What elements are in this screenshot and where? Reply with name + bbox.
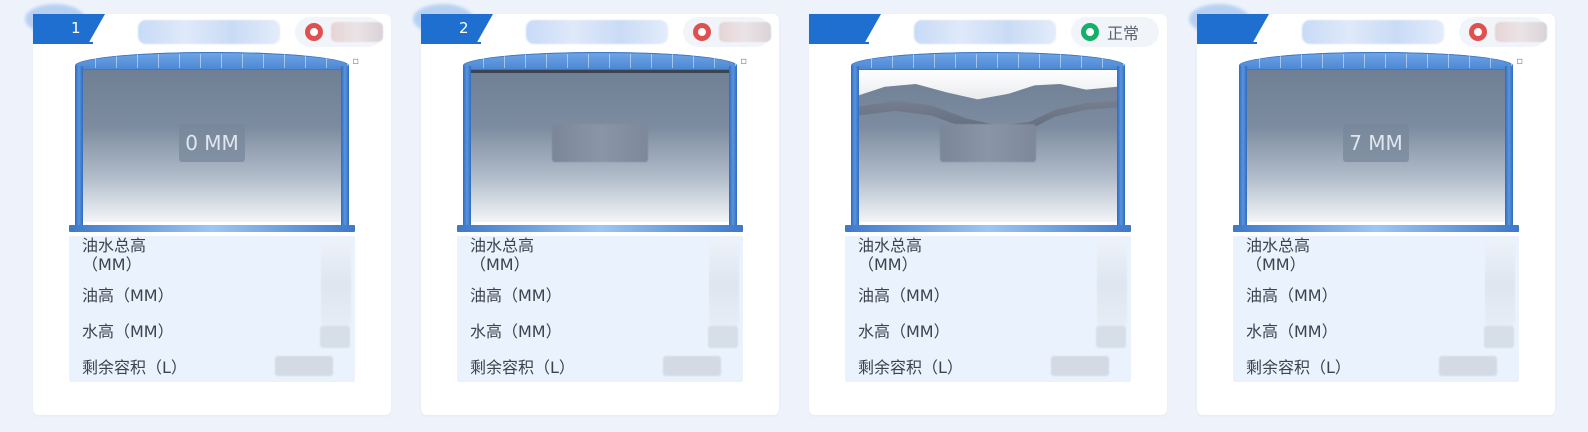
tank-info-panel: 油水总高 （MM） 油高（MM） 水高（MM） 剩余容积（L） — [845, 236, 1131, 382]
roof-mark-icon: ▫ — [740, 56, 747, 67]
alarm-status-icon — [1469, 23, 1487, 41]
oil-height-label: 油高（MM） — [858, 286, 950, 305]
tank-title-redacted — [1302, 20, 1444, 44]
alarm-status-icon — [305, 23, 323, 41]
tank-wall-left — [851, 66, 859, 226]
tank-number-tag: 2 — [421, 14, 493, 42]
roof-mark-icon: ▫ — [352, 56, 359, 67]
tank-base — [1233, 225, 1519, 232]
tag-underline — [1197, 42, 1257, 44]
volume-value-redacted — [1439, 356, 1497, 376]
level-readout: 0 MM — [179, 124, 245, 162]
total-height-label: 油水总高 （MM） — [1246, 236, 1311, 274]
water-height-label: 水高（MM） — [858, 322, 950, 341]
tank-graphic: ▫ — [457, 50, 747, 232]
tank-wall-right — [341, 66, 349, 226]
tank-base — [69, 225, 355, 232]
tank-interior — [859, 70, 1117, 222]
tank-graphic: ▫ 0 MM — [69, 50, 359, 232]
water-height-label: 水高（MM） — [470, 322, 562, 341]
remaining-volume-label: 剩余容积（L） — [858, 358, 963, 377]
tag-underline — [809, 42, 869, 44]
tank-wall-right — [729, 66, 737, 226]
tank-number-tag — [1197, 14, 1269, 42]
total-height-label: 油水总高 （MM） — [470, 236, 535, 274]
tank-title-redacted — [138, 20, 280, 44]
status-text-redacted — [331, 22, 383, 42]
roof-mark-icon: ▫ — [1516, 56, 1523, 67]
oil-height-label: 油高（MM） — [82, 286, 174, 305]
status-badge — [683, 17, 771, 47]
tank-wall-left — [75, 66, 83, 226]
tank-info-panel: 油水总高 （MM） 油高（MM） 水高（MM） 剩余容积（L） — [1233, 236, 1519, 382]
tank-base — [457, 225, 743, 232]
status-text-redacted — [719, 22, 771, 42]
values-redacted — [1097, 236, 1127, 332]
volume-value-redacted — [275, 356, 333, 376]
status-badge: 正常 — [1071, 17, 1159, 47]
tank-wall-left — [1239, 66, 1247, 226]
status-label: 正常 — [1107, 24, 1140, 43]
tank-wall-left — [463, 66, 471, 226]
total-height-label: 油水总高 （MM） — [82, 236, 147, 274]
tank-info-panel: 油水总高 （MM） 油高（MM） 水高（MM） 剩余容积（L） — [457, 236, 743, 382]
level-readout-redacted — [552, 124, 648, 162]
remaining-volume-label: 剩余容积（L） — [1246, 358, 1351, 377]
status-badge — [1459, 17, 1547, 47]
tank-info-panel: 油水总高 （MM） 油高（MM） 水高（MM） 剩余容积（L） — [69, 236, 355, 382]
tank-number-tag: 1 — [33, 14, 105, 42]
tank-wall-right — [1505, 66, 1513, 226]
tank-interior: 0 MM — [83, 70, 341, 222]
alarm-status-icon — [693, 23, 711, 41]
tank-base — [845, 225, 1131, 232]
oil-height-label: 油高（MM） — [470, 286, 562, 305]
values-redacted — [321, 236, 351, 332]
total-height-label: 油水总高 （MM） — [858, 236, 923, 274]
tank-wall-right — [1117, 66, 1125, 226]
tank-card-2[interactable]: 2 ▫ 油水总高 （MM） 油高（MM） 水高（MM） 剩余容积（L） — [413, 4, 779, 415]
tank-card-4[interactable]: ▫ 7 MM 油水总高 （MM） 油高（MM） 水高（MM） 剩余容积（L） — [1189, 4, 1555, 415]
tank-graphic: ▫ 7 MM — [1233, 50, 1523, 232]
tank-title-redacted — [914, 20, 1056, 44]
water-height-label: 水高（MM） — [1246, 322, 1338, 341]
level-readout-redacted — [940, 124, 1036, 162]
status-text-redacted — [1495, 22, 1547, 42]
values-redacted — [1485, 236, 1515, 332]
remaining-volume-label: 剩余容积（L） — [470, 358, 575, 377]
volume-value-redacted — [663, 356, 721, 376]
tank-title-redacted — [526, 20, 668, 44]
tank-number-tag — [809, 14, 881, 42]
values-redacted — [709, 236, 739, 332]
tank-graphic — [845, 50, 1131, 232]
remaining-volume-label: 剩余容积（L） — [82, 358, 187, 377]
tag-underline — [421, 42, 481, 44]
oil-height-label: 油高（MM） — [1246, 286, 1338, 305]
liquid-surface-line — [471, 70, 729, 73]
tank-card-1[interactable]: 1 ▫ 0 MM 油水总高 （MM） 油高（MM） 水高（MM） 剩余容积（L） — [25, 4, 391, 415]
tank-card-3[interactable]: 正常 油水总高 （MM） 油高（MM） 水高（MM） 剩余容积（L） — [809, 14, 1167, 415]
tank-interior: 7 MM — [1247, 70, 1505, 222]
ok-status-icon — [1081, 23, 1099, 41]
status-badge — [295, 17, 383, 47]
level-readout: 7 MM — [1343, 124, 1409, 162]
tank-interior — [471, 70, 729, 222]
tag-underline — [33, 42, 93, 44]
water-height-label: 水高（MM） — [82, 322, 174, 341]
volume-value-redacted — [1051, 356, 1109, 376]
